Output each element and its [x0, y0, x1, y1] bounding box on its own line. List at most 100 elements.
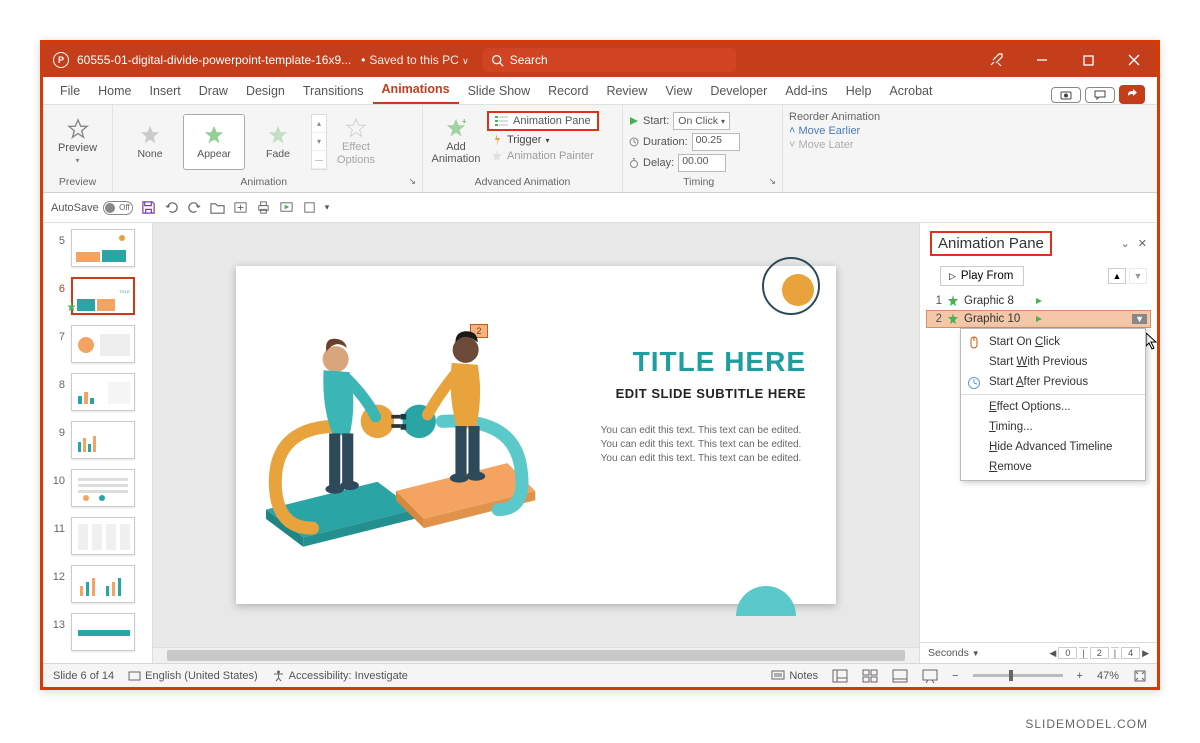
tab-insert[interactable]: Insert	[141, 78, 190, 104]
move-up-button[interactable]: ▲	[1108, 268, 1126, 284]
menu-effect-options[interactable]: Effect Options...	[961, 394, 1145, 417]
animation-gallery-scroll[interactable]: ▴▾⎼	[311, 114, 327, 170]
redo-icon[interactable]	[187, 200, 202, 215]
slide-canvas-area: 1 2 TITLE HERE EDIT SLIDE SUBTITLE HERE …	[153, 223, 919, 663]
animation-none[interactable]: None	[119, 114, 181, 170]
menu-remove[interactable]: Remove	[961, 457, 1145, 477]
notes-button[interactable]: Notes	[771, 670, 818, 682]
slide-decor-bottom	[716, 566, 796, 616]
titlebar-rocket-icon[interactable]	[973, 43, 1019, 77]
tab-design[interactable]: Design	[237, 78, 294, 104]
zoom-in-button[interactable]: +	[1077, 670, 1083, 682]
start-dropdown[interactable]: On Click ▾	[673, 112, 730, 130]
thumb-6[interactable]: TITLE	[71, 277, 135, 315]
folder-icon[interactable]	[210, 200, 225, 215]
menu-hide-timeline[interactable]: Hide Advanced Timeline	[961, 437, 1145, 457]
save-icon[interactable]	[141, 200, 156, 215]
move-earlier-button[interactable]: ˄ Move Earlier	[789, 125, 880, 137]
play-from-button[interactable]: ▷ Play From	[940, 266, 1024, 286]
menu-start-with-previous[interactable]: Start With Previous	[961, 352, 1145, 372]
toggle-off-icon[interactable]: Off	[103, 201, 133, 215]
thumb-11[interactable]	[71, 517, 135, 555]
thumb-5[interactable]	[71, 229, 135, 267]
zoom-slider[interactable]	[973, 674, 1063, 677]
undo-icon[interactable]	[164, 200, 179, 215]
slide-thumbnails[interactable]: 5 6TITLE 7 8 9 10 11 12 13	[43, 223, 153, 663]
tab-help[interactable]: Help	[837, 78, 881, 104]
accessibility-status[interactable]: Accessibility: Investigate	[272, 669, 408, 682]
animation-fade[interactable]: Fade	[247, 114, 309, 170]
menu-start-after-previous[interactable]: Start After Previous	[961, 372, 1145, 392]
effect-options-button: Effect Options	[329, 110, 383, 174]
close-button[interactable]	[1111, 43, 1157, 77]
tab-acrobat[interactable]: Acrobat	[880, 78, 941, 104]
language-status[interactable]: English (United States)	[128, 669, 258, 682]
start-row: Start: On Click ▾	[629, 112, 740, 130]
new-slide-icon[interactable]	[233, 200, 248, 215]
menu-start-on-click[interactable]: Start On Click	[961, 332, 1145, 352]
tab-animations[interactable]: Animations	[373, 76, 459, 104]
tab-developer[interactable]: Developer	[701, 78, 776, 104]
slide[interactable]: 2 TITLE HERE EDIT SLIDE SUBTITLE HERE Yo…	[236, 266, 836, 604]
maximize-button[interactable]	[1065, 43, 1111, 77]
thumb-12[interactable]	[71, 565, 135, 603]
save-status[interactable]: Saved to this PC ∨	[369, 53, 482, 67]
animation-item-2[interactable]: 2 Graphic 10 ▼	[926, 310, 1151, 328]
comments-button[interactable]	[1085, 87, 1115, 103]
trigger-icon	[491, 134, 503, 146]
normal-view-icon[interactable]	[832, 669, 848, 683]
animation-appear[interactable]: Appear	[183, 114, 245, 170]
pane-close-icon[interactable]: ✕	[1138, 237, 1147, 250]
zoom-percent[interactable]: 47%	[1097, 670, 1119, 682]
timeline-ruler[interactable]: ◀ 0 | 2 | 4 ▶	[1049, 647, 1149, 659]
slide-body-text[interactable]: You can edit this text. This text can be…	[596, 424, 806, 466]
tab-view[interactable]: View	[656, 78, 701, 104]
add-animation-button[interactable]: + Add Animation	[429, 109, 483, 173]
share-button[interactable]	[1119, 85, 1145, 104]
thumb-8[interactable]	[71, 373, 135, 411]
trigger-button[interactable]: Trigger ▾	[487, 133, 599, 147]
animation-pane-button[interactable]: Animation Pane	[487, 111, 599, 131]
tab-slideshow[interactable]: Slide Show	[459, 78, 540, 104]
animation-pane: Animation Pane ⌄ ✕ ▷ Play From ▲ ▼ 1	[919, 223, 1157, 663]
minimize-button[interactable]	[1019, 43, 1065, 77]
tab-record[interactable]: Record	[539, 78, 597, 104]
horizontal-scrollbar[interactable]	[153, 647, 919, 663]
duration-input[interactable]: 00.25	[692, 133, 740, 151]
print-icon[interactable]	[256, 200, 271, 215]
sorter-view-icon[interactable]	[862, 669, 878, 683]
slideshow-view-icon[interactable]	[922, 669, 938, 683]
slide-graphic[interactable]	[256, 296, 536, 556]
autosave-toggle[interactable]: AutoSave Off	[51, 201, 133, 215]
touch-mode-icon[interactable]	[302, 200, 317, 215]
seconds-label[interactable]: Seconds ▼	[928, 647, 980, 659]
menu-timing[interactable]: Timing...	[961, 417, 1145, 437]
reading-view-icon[interactable]	[892, 669, 908, 683]
tab-draw[interactable]: Draw	[190, 78, 237, 104]
tab-addins[interactable]: Add-ins	[776, 78, 836, 104]
tab-file[interactable]: File	[51, 78, 89, 104]
delay-input[interactable]: 00.00	[678, 154, 726, 172]
appear-effect-icon	[947, 313, 959, 325]
pane-dropdown-icon[interactable]: ⌄	[1121, 237, 1130, 250]
tab-review[interactable]: Review	[597, 78, 656, 104]
slide-counter[interactable]: Slide 6 of 14	[53, 670, 114, 682]
camera-button[interactable]	[1051, 87, 1081, 103]
thumb-9[interactable]	[71, 421, 135, 459]
thumb-num-8: 8	[51, 373, 65, 391]
preview-button[interactable]: Preview ▾	[51, 109, 105, 173]
animation-item-1[interactable]: 1 Graphic 8	[926, 292, 1151, 310]
item-dropdown-arrow[interactable]: ▼	[1132, 314, 1147, 324]
tab-home[interactable]: Home	[89, 78, 140, 104]
thumb-10[interactable]	[71, 469, 135, 507]
from-beginning-icon[interactable]	[279, 200, 294, 215]
thumb-7[interactable]	[71, 325, 135, 363]
thumb-13[interactable]	[71, 613, 135, 651]
tab-transitions[interactable]: Transitions	[294, 78, 373, 104]
play-icon	[629, 116, 639, 126]
file-name[interactable]: 60555-01-digital-divide-powerpoint-templ…	[77, 53, 357, 67]
search-box[interactable]: Search	[483, 48, 736, 72]
slide-title-block[interactable]: TITLE HERE EDIT SLIDE SUBTITLE HERE	[616, 346, 806, 401]
fit-to-window-icon[interactable]	[1133, 669, 1147, 683]
zoom-out-button[interactable]: −	[952, 670, 958, 682]
